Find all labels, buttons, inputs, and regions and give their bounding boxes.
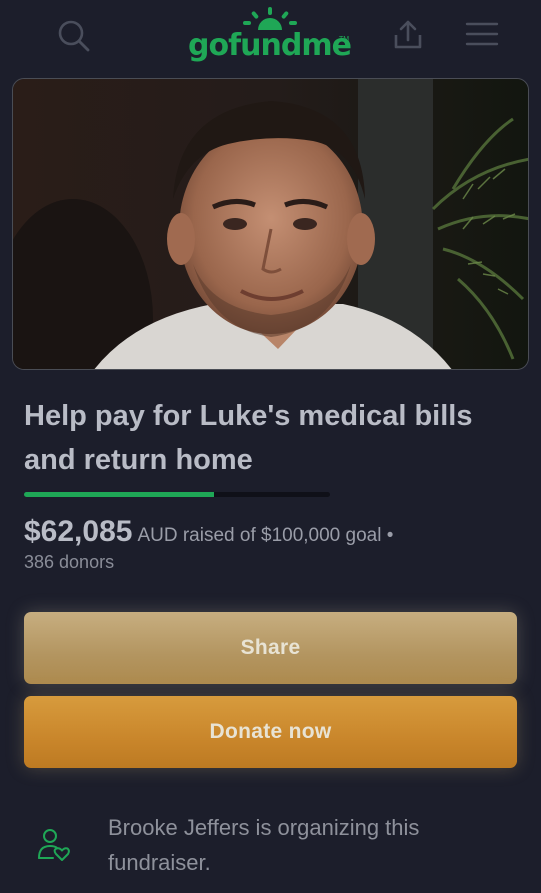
progress-bar [24, 492, 330, 497]
gofundme-logo[interactable]: gofundme TM [188, 6, 354, 66]
person-heart-icon [38, 829, 70, 861]
hamburger-menu-icon [465, 22, 499, 46]
search-icon [58, 20, 90, 52]
campaign-title: Help pay for Luke's medical bills and re… [24, 400, 473, 476]
campaign-page: gofundme TM Help pay for Luke's medical … [0, 0, 541, 893]
donor-count[interactable]: 386 donors [24, 552, 114, 573]
share-upload-button[interactable] [388, 14, 428, 54]
campaign-photo [12, 78, 529, 370]
raised-summary: $62,085 AUD raised of $100,000 goal • [24, 512, 524, 556]
organizer-text: Brooke Jeffers is organizing this fundra… [108, 815, 420, 875]
sun-icon [243, 7, 297, 30]
top-nav-bar: gofundme TM [0, 0, 541, 72]
logo-wordmark: gofundme [188, 28, 352, 63]
share-button[interactable]: Share [24, 612, 517, 684]
donate-now-button[interactable]: Donate now [24, 696, 517, 768]
search-button[interactable] [54, 16, 94, 56]
progress-fill [24, 492, 214, 497]
goal-text: AUD raised of $100,000 goal • [137, 525, 394, 546]
logo-trademark: TM [339, 36, 350, 43]
menu-button[interactable] [460, 14, 504, 54]
amount-raised: $62,085 [24, 515, 133, 548]
upload-icon [394, 20, 422, 49]
